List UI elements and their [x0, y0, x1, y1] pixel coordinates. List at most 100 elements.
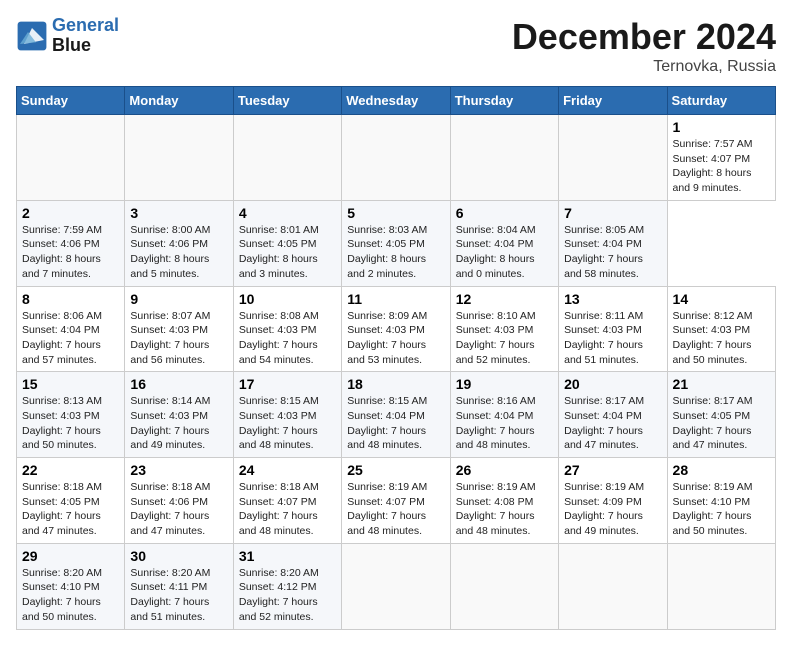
col-tuesday: Tuesday	[233, 87, 341, 115]
table-row: 26 Sunrise: 8:19 AM Sunset: 4:08 PM Dayl…	[450, 458, 558, 544]
day-info: Sunrise: 8:18 AM Sunset: 4:07 PM Dayligh…	[239, 480, 336, 539]
day-number: 15	[22, 376, 119, 392]
table-row	[559, 115, 667, 201]
day-number: 16	[130, 376, 227, 392]
day-number: 9	[130, 291, 227, 307]
day-info: Sunrise: 8:17 AM Sunset: 4:04 PM Dayligh…	[564, 394, 661, 453]
table-row: 23 Sunrise: 8:18 AM Sunset: 4:06 PM Dayl…	[125, 458, 233, 544]
header: General Blue December 2024 Ternovka, Rus…	[16, 16, 776, 76]
day-number: 13	[564, 291, 661, 307]
table-row: 20 Sunrise: 8:17 AM Sunset: 4:04 PM Dayl…	[559, 372, 667, 458]
table-row: 11 Sunrise: 8:09 AM Sunset: 4:03 PM Dayl…	[342, 286, 450, 372]
col-friday: Friday	[559, 87, 667, 115]
logo: General Blue	[16, 16, 119, 56]
header-row: Sunday Monday Tuesday Wednesday Thursday…	[17, 87, 776, 115]
table-row: 27 Sunrise: 8:19 AM Sunset: 4:09 PM Dayl…	[559, 458, 667, 544]
day-number: 8	[22, 291, 119, 307]
day-number: 25	[347, 462, 444, 478]
table-row: 4 Sunrise: 8:01 AM Sunset: 4:05 PM Dayli…	[233, 200, 341, 286]
table-row: 19 Sunrise: 8:16 AM Sunset: 4:04 PM Dayl…	[450, 372, 558, 458]
day-number: 5	[347, 205, 444, 221]
day-number: 14	[673, 291, 770, 307]
calendar-week-0: 1 Sunrise: 7:57 AM Sunset: 4:07 PM Dayli…	[17, 115, 776, 201]
day-info: Sunrise: 8:20 AM Sunset: 4:12 PM Dayligh…	[239, 566, 336, 625]
table-row	[17, 115, 125, 201]
day-info: Sunrise: 8:07 AM Sunset: 4:03 PM Dayligh…	[130, 309, 227, 368]
table-row: 3 Sunrise: 8:00 AM Sunset: 4:06 PM Dayli…	[125, 200, 233, 286]
table-row	[450, 543, 558, 629]
table-row: 31 Sunrise: 8:20 AM Sunset: 4:12 PM Dayl…	[233, 543, 341, 629]
table-row: 28 Sunrise: 8:19 AM Sunset: 4:10 PM Dayl…	[667, 458, 775, 544]
day-number: 12	[456, 291, 553, 307]
table-row: 1 Sunrise: 7:57 AM Sunset: 4:07 PM Dayli…	[667, 115, 775, 201]
table-row: 18 Sunrise: 8:15 AM Sunset: 4:04 PM Dayl…	[342, 372, 450, 458]
day-number: 31	[239, 548, 336, 564]
calendar-week-2: 8 Sunrise: 8:06 AM Sunset: 4:04 PM Dayli…	[17, 286, 776, 372]
day-number: 4	[239, 205, 336, 221]
location: Ternovka, Russia	[512, 58, 776, 76]
logo-text: General Blue	[52, 16, 119, 56]
day-info: Sunrise: 8:12 AM Sunset: 4:03 PM Dayligh…	[673, 309, 770, 368]
day-info: Sunrise: 8:20 AM Sunset: 4:10 PM Dayligh…	[22, 566, 119, 625]
day-info: Sunrise: 8:15 AM Sunset: 4:03 PM Dayligh…	[239, 394, 336, 453]
table-row: 17 Sunrise: 8:15 AM Sunset: 4:03 PM Dayl…	[233, 372, 341, 458]
table-row: 15 Sunrise: 8:13 AM Sunset: 4:03 PM Dayl…	[17, 372, 125, 458]
table-row: 2 Sunrise: 7:59 AM Sunset: 4:06 PM Dayli…	[17, 200, 125, 286]
table-row: 22 Sunrise: 8:18 AM Sunset: 4:05 PM Dayl…	[17, 458, 125, 544]
month-title: December 2024	[512, 16, 776, 58]
col-sunday: Sunday	[17, 87, 125, 115]
table-row: 21 Sunrise: 8:17 AM Sunset: 4:05 PM Dayl…	[667, 372, 775, 458]
day-info: Sunrise: 8:01 AM Sunset: 4:05 PM Dayligh…	[239, 223, 336, 282]
day-number: 21	[673, 376, 770, 392]
day-number: 24	[239, 462, 336, 478]
day-number: 6	[456, 205, 553, 221]
day-info: Sunrise: 8:18 AM Sunset: 4:05 PM Dayligh…	[22, 480, 119, 539]
day-number: 23	[130, 462, 227, 478]
day-info: Sunrise: 8:08 AM Sunset: 4:03 PM Dayligh…	[239, 309, 336, 368]
title-area: December 2024 Ternovka, Russia	[512, 16, 776, 76]
day-number: 26	[456, 462, 553, 478]
calendar-week-5: 29 Sunrise: 8:20 AM Sunset: 4:10 PM Dayl…	[17, 543, 776, 629]
table-row: 25 Sunrise: 8:19 AM Sunset: 4:07 PM Dayl…	[342, 458, 450, 544]
day-number: 19	[456, 376, 553, 392]
table-row: 30 Sunrise: 8:20 AM Sunset: 4:11 PM Dayl…	[125, 543, 233, 629]
table-row: 9 Sunrise: 8:07 AM Sunset: 4:03 PM Dayli…	[125, 286, 233, 372]
day-number: 18	[347, 376, 444, 392]
col-saturday: Saturday	[667, 87, 775, 115]
day-info: Sunrise: 8:06 AM Sunset: 4:04 PM Dayligh…	[22, 309, 119, 368]
day-info: Sunrise: 8:16 AM Sunset: 4:04 PM Dayligh…	[456, 394, 553, 453]
col-monday: Monday	[125, 87, 233, 115]
table-row	[559, 543, 667, 629]
day-info: Sunrise: 8:11 AM Sunset: 4:03 PM Dayligh…	[564, 309, 661, 368]
day-number: 2	[22, 205, 119, 221]
day-info: Sunrise: 8:15 AM Sunset: 4:04 PM Dayligh…	[347, 394, 444, 453]
day-info: Sunrise: 8:00 AM Sunset: 4:06 PM Dayligh…	[130, 223, 227, 282]
table-row	[667, 543, 775, 629]
table-row: 13 Sunrise: 8:11 AM Sunset: 4:03 PM Dayl…	[559, 286, 667, 372]
day-number: 28	[673, 462, 770, 478]
day-number: 29	[22, 548, 119, 564]
day-number: 22	[22, 462, 119, 478]
day-info: Sunrise: 8:04 AM Sunset: 4:04 PM Dayligh…	[456, 223, 553, 282]
day-info: Sunrise: 8:03 AM Sunset: 4:05 PM Dayligh…	[347, 223, 444, 282]
table-row: 7 Sunrise: 8:05 AM Sunset: 4:04 PM Dayli…	[559, 200, 667, 286]
table-row: 8 Sunrise: 8:06 AM Sunset: 4:04 PM Dayli…	[17, 286, 125, 372]
day-info: Sunrise: 8:18 AM Sunset: 4:06 PM Dayligh…	[130, 480, 227, 539]
calendar-week-3: 15 Sunrise: 8:13 AM Sunset: 4:03 PM Dayl…	[17, 372, 776, 458]
table-row: 24 Sunrise: 8:18 AM Sunset: 4:07 PM Dayl…	[233, 458, 341, 544]
table-row	[450, 115, 558, 201]
col-wednesday: Wednesday	[342, 87, 450, 115]
table-row	[233, 115, 341, 201]
calendar-table: Sunday Monday Tuesday Wednesday Thursday…	[16, 86, 776, 630]
table-row: 12 Sunrise: 8:10 AM Sunset: 4:03 PM Dayl…	[450, 286, 558, 372]
table-row: 29 Sunrise: 8:20 AM Sunset: 4:10 PM Dayl…	[17, 543, 125, 629]
day-info: Sunrise: 8:19 AM Sunset: 4:10 PM Dayligh…	[673, 480, 770, 539]
day-number: 20	[564, 376, 661, 392]
table-row	[342, 543, 450, 629]
logo-line2: Blue	[52, 36, 119, 56]
table-row: 6 Sunrise: 8:04 AM Sunset: 4:04 PM Dayli…	[450, 200, 558, 286]
day-number: 17	[239, 376, 336, 392]
day-info: Sunrise: 8:19 AM Sunset: 4:08 PM Dayligh…	[456, 480, 553, 539]
day-info: Sunrise: 8:10 AM Sunset: 4:03 PM Dayligh…	[456, 309, 553, 368]
calendar-week-4: 22 Sunrise: 8:18 AM Sunset: 4:05 PM Dayl…	[17, 458, 776, 544]
